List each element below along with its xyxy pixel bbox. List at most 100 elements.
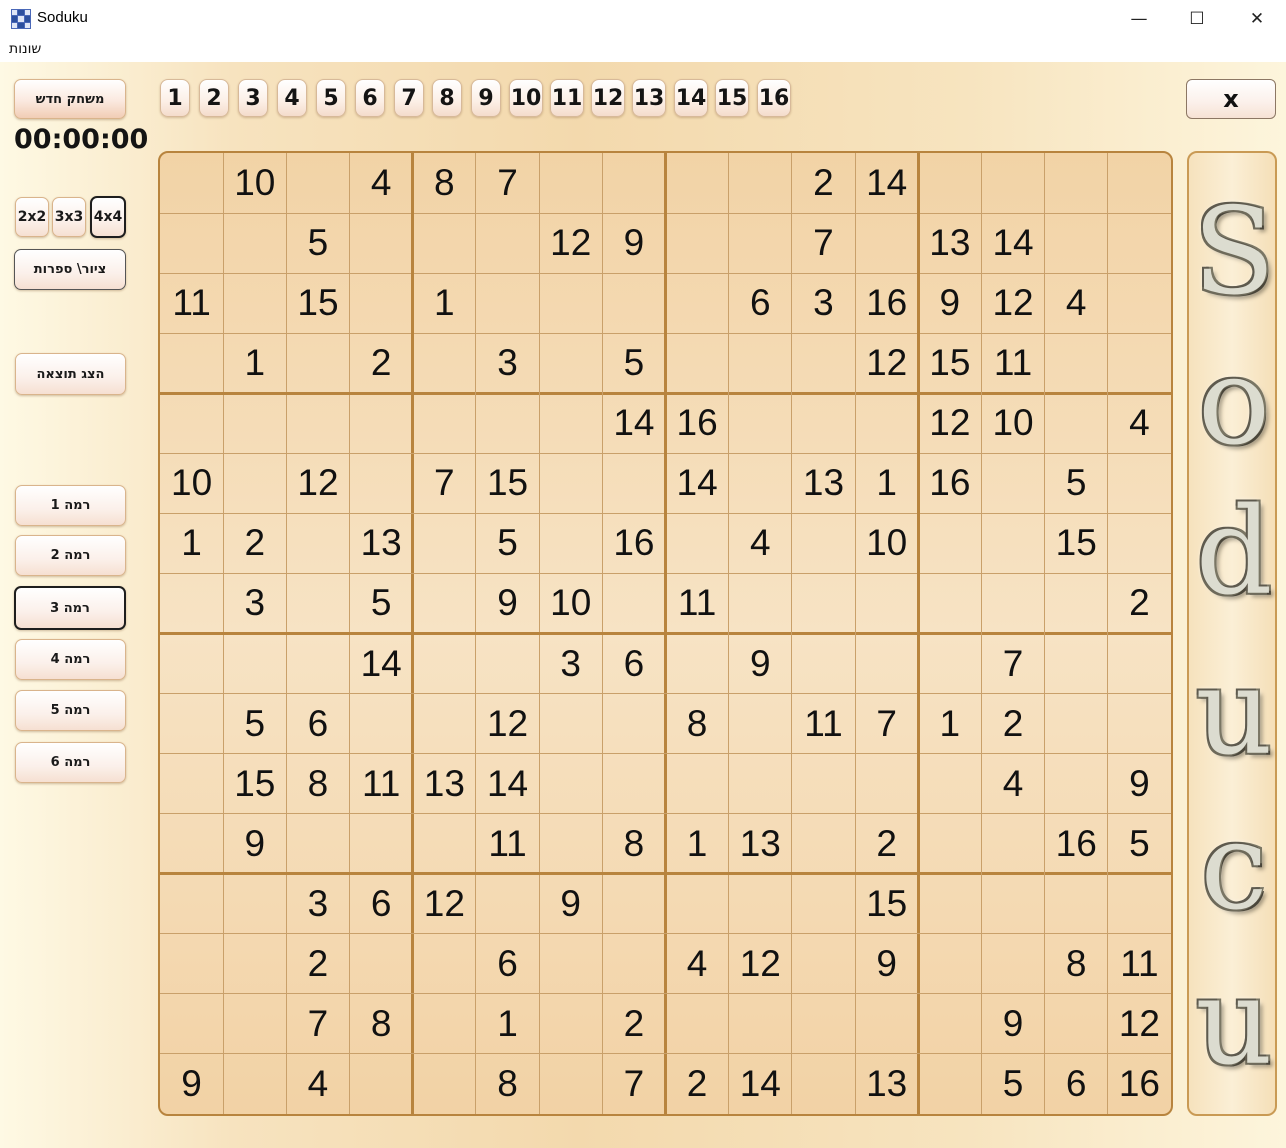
board-cell[interactable] xyxy=(918,513,981,573)
board-cell[interactable]: 2 xyxy=(602,994,665,1054)
palette-number-button[interactable]: 10 xyxy=(509,79,543,117)
show-result-button[interactable]: הצג תוצאה xyxy=(15,353,126,395)
board-cell[interactable] xyxy=(1045,153,1108,213)
board-cell[interactable]: 14 xyxy=(350,634,413,694)
board-cell[interactable] xyxy=(286,513,349,573)
board-cell[interactable] xyxy=(350,393,413,453)
draw-digits-button[interactable]: ציור\ ספרות xyxy=(14,249,126,290)
board-cell[interactable] xyxy=(413,1054,476,1114)
board-cell[interactable] xyxy=(602,153,665,213)
board-cell[interactable] xyxy=(918,1054,981,1114)
board-cell[interactable]: 11 xyxy=(792,694,855,754)
board-cell[interactable]: 14 xyxy=(855,153,918,213)
board-cell[interactable] xyxy=(413,573,476,633)
board-cell[interactable] xyxy=(729,573,792,633)
board-cell[interactable] xyxy=(413,934,476,994)
board-cell[interactable]: 16 xyxy=(602,513,665,573)
board-cell[interactable] xyxy=(350,814,413,874)
board-cell[interactable]: 10 xyxy=(981,393,1044,453)
minimize-button[interactable]: — xyxy=(1110,0,1168,38)
board-cell[interactable] xyxy=(729,333,792,393)
board-cell[interactable]: 13 xyxy=(413,754,476,814)
board-cell[interactable] xyxy=(666,333,729,393)
board-cell[interactable] xyxy=(792,814,855,874)
board-cell[interactable] xyxy=(981,573,1044,633)
level-5-button[interactable]: רמה 5 xyxy=(15,690,126,731)
board-cell[interactable]: 5 xyxy=(602,333,665,393)
board-cell[interactable] xyxy=(1045,573,1108,633)
board-cell[interactable]: 4 xyxy=(666,934,729,994)
board-cell[interactable] xyxy=(666,153,729,213)
board-cell[interactable] xyxy=(729,874,792,934)
board-cell[interactable] xyxy=(1045,333,1108,393)
board-cell[interactable]: 2 xyxy=(223,513,286,573)
board-cell[interactable] xyxy=(539,934,602,994)
board-cell[interactable] xyxy=(160,333,223,393)
board-cell[interactable]: 3 xyxy=(223,573,286,633)
board-cell[interactable]: 11 xyxy=(350,754,413,814)
board-cell[interactable]: 12 xyxy=(476,694,539,754)
board-cell[interactable] xyxy=(729,153,792,213)
board-cell[interactable] xyxy=(792,994,855,1054)
board-cell[interactable]: 3 xyxy=(476,333,539,393)
board-cell[interactable] xyxy=(1108,694,1171,754)
board-cell[interactable] xyxy=(160,994,223,1054)
board-cell[interactable]: 1 xyxy=(918,694,981,754)
board-cell[interactable] xyxy=(666,754,729,814)
board-cell[interactable] xyxy=(918,934,981,994)
board-cell[interactable]: 8 xyxy=(1045,934,1108,994)
board-cell[interactable] xyxy=(602,754,665,814)
board-cell[interactable] xyxy=(223,393,286,453)
board-cell[interactable] xyxy=(286,634,349,694)
menu-misc[interactable]: שונות xyxy=(9,41,41,57)
board-cell[interactable]: 12 xyxy=(1108,994,1171,1054)
palette-number-button[interactable]: 3 xyxy=(238,79,268,117)
palette-number-button[interactable]: 11 xyxy=(550,79,584,117)
palette-number-button[interactable]: 5 xyxy=(316,79,346,117)
board-cell[interactable]: 16 xyxy=(1108,1054,1171,1114)
board-cell[interactable] xyxy=(1045,694,1108,754)
level-4-button[interactable]: רמה 4 xyxy=(15,639,126,680)
board-cell[interactable] xyxy=(413,994,476,1054)
board-cell[interactable]: 2 xyxy=(350,333,413,393)
board-cell[interactable]: 15 xyxy=(286,273,349,333)
board-cell[interactable]: 8 xyxy=(286,754,349,814)
board-cell[interactable] xyxy=(476,634,539,694)
board-cell[interactable] xyxy=(350,1054,413,1114)
board-cell[interactable]: 15 xyxy=(918,333,981,393)
board-cell[interactable] xyxy=(1045,213,1108,273)
board-cell[interactable]: 4 xyxy=(1045,273,1108,333)
board-cell[interactable] xyxy=(1045,754,1108,814)
level-3-button[interactable]: רמה 3 xyxy=(14,586,126,630)
board-cell[interactable] xyxy=(981,874,1044,934)
board-cell[interactable]: 7 xyxy=(855,694,918,754)
board-cell[interactable]: 9 xyxy=(729,634,792,694)
board-cell[interactable]: 2 xyxy=(286,934,349,994)
board-cell[interactable] xyxy=(160,153,223,213)
board-cell[interactable]: 11 xyxy=(476,814,539,874)
board-cell[interactable]: 4 xyxy=(350,153,413,213)
board-cell[interactable] xyxy=(1108,333,1171,393)
board-cell[interactable]: 9 xyxy=(476,573,539,633)
board-cell[interactable]: 5 xyxy=(223,694,286,754)
board-cell[interactable] xyxy=(350,273,413,333)
board-cell[interactable] xyxy=(476,213,539,273)
board-cell[interactable] xyxy=(539,393,602,453)
board-cell[interactable] xyxy=(792,754,855,814)
board-cell[interactable]: 2 xyxy=(792,153,855,213)
board-cell[interactable]: 2 xyxy=(1108,573,1171,633)
board-cell[interactable] xyxy=(539,1054,602,1114)
palette-number-button[interactable]: 15 xyxy=(715,79,749,117)
board-cell[interactable] xyxy=(602,694,665,754)
board-cell[interactable]: 1 xyxy=(476,994,539,1054)
board-cell[interactable]: 6 xyxy=(350,874,413,934)
board-cell[interactable] xyxy=(223,634,286,694)
board-cell[interactable] xyxy=(792,573,855,633)
board-cell[interactable]: 10 xyxy=(539,573,602,633)
board-cell[interactable] xyxy=(539,694,602,754)
board-cell[interactable]: 7 xyxy=(602,1054,665,1114)
board-cell[interactable] xyxy=(286,153,349,213)
new-game-button[interactable]: משחק חדש xyxy=(14,79,126,119)
board-cell[interactable]: 9 xyxy=(981,994,1044,1054)
board-cell[interactable] xyxy=(666,213,729,273)
